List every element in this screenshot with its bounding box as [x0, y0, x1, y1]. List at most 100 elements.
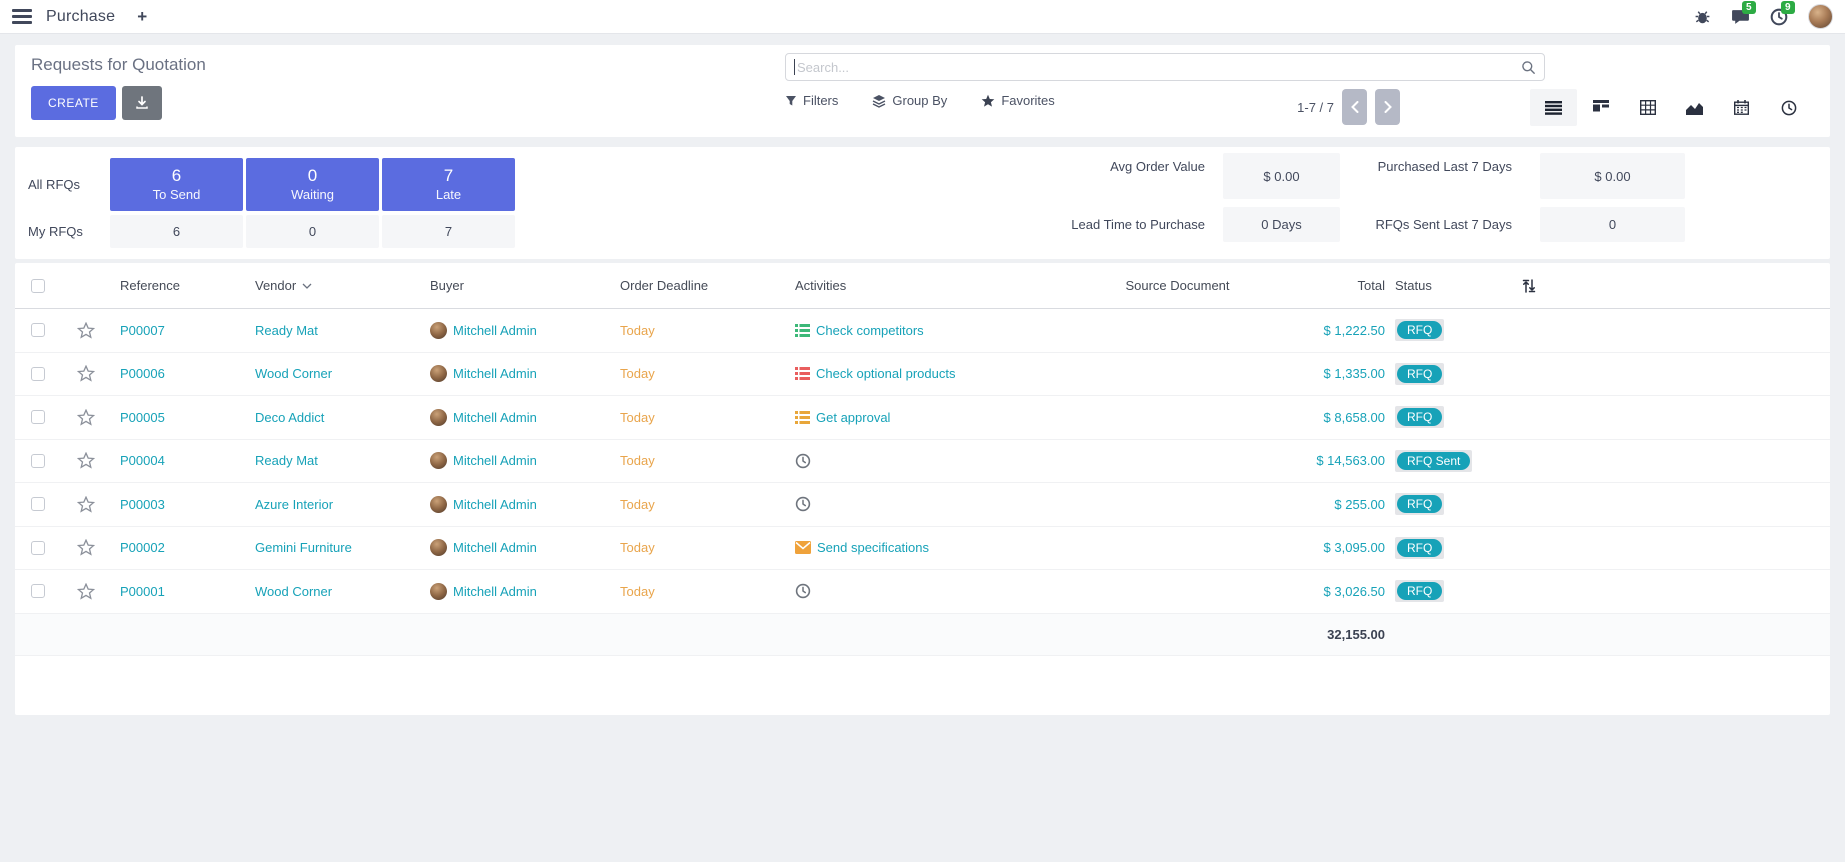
buyer-link[interactable]: Mitchell Admin — [453, 497, 537, 512]
row-checkbox[interactable] — [31, 367, 45, 381]
vendor-link[interactable]: Gemini Furniture — [255, 540, 352, 555]
stat-card-to-send[interactable]: 6 To Send — [110, 158, 243, 211]
buyer-link[interactable]: Mitchell Admin — [453, 584, 537, 599]
favorite-star-icon[interactable] — [77, 539, 95, 556]
reference-link[interactable]: P00003 — [120, 497, 165, 512]
favorite-star-icon[interactable] — [77, 452, 95, 469]
favorite-star-icon[interactable] — [77, 322, 95, 339]
total-amount: $ 14,563.00 — [1316, 453, 1385, 468]
activity-link[interactable]: Check competitors — [816, 323, 924, 338]
my-to-send-cell[interactable]: 6 — [110, 215, 243, 248]
graph-view-button[interactable] — [1671, 89, 1718, 126]
vendor-link[interactable]: Wood Corner — [255, 366, 332, 381]
reference-link[interactable]: P00005 — [120, 410, 165, 425]
list-view-button[interactable] — [1530, 89, 1577, 126]
user-avatar[interactable] — [1808, 4, 1833, 29]
activity-envelope-icon[interactable] — [795, 541, 811, 554]
pivot-view-button[interactable] — [1624, 89, 1671, 126]
header-total[interactable]: Total — [1285, 278, 1385, 293]
activity-link[interactable]: Send specifications — [817, 540, 929, 555]
calendar-view-button[interactable] — [1718, 89, 1765, 126]
activity-view-button[interactable] — [1765, 89, 1812, 126]
create-button[interactable]: CREATE — [31, 86, 116, 120]
favorite-star-icon[interactable] — [77, 583, 95, 600]
vendor-link[interactable]: Wood Corner — [255, 584, 332, 599]
kanban-view-button[interactable] — [1577, 89, 1624, 126]
table-header-row: Reference Vendor Buyer Order Deadline Ac… — [15, 263, 1830, 309]
optional-columns-icon[interactable] — [1522, 279, 1536, 293]
favorite-star-icon[interactable] — [77, 365, 95, 382]
reference-link[interactable]: P00002 — [120, 540, 165, 555]
activity-clock-icon[interactable] — [795, 453, 811, 469]
stat-card-waiting[interactable]: 0 Waiting — [246, 158, 379, 211]
table-row[interactable]: P00007 Ready Mat Mitchell Admin Today Ch… — [15, 309, 1830, 353]
layers-icon — [872, 94, 886, 108]
vendor-link[interactable]: Azure Interior — [255, 497, 333, 512]
filters-button[interactable]: Filters — [785, 93, 838, 108]
row-checkbox[interactable] — [31, 497, 45, 511]
table-row[interactable]: P00005 Deco Addict Mitchell Admin Today … — [15, 396, 1830, 440]
activity-clock-icon[interactable] — [795, 496, 811, 512]
status-badge: RFQ — [1395, 493, 1444, 515]
new-tab-button[interactable]: + — [137, 7, 147, 27]
reference-link[interactable]: P00007 — [120, 323, 165, 338]
row-checkbox[interactable] — [31, 410, 45, 424]
app-name[interactable]: Purchase — [46, 8, 115, 26]
activity-list-icon[interactable] — [795, 411, 810, 424]
search-icon[interactable] — [1521, 60, 1536, 75]
header-activities[interactable]: Activities — [795, 278, 1070, 293]
table-row[interactable]: P00001 Wood Corner Mitchell Admin Today … — [15, 570, 1830, 614]
table-row[interactable]: P00003 Azure Interior Mitchell Admin Tod… — [15, 483, 1830, 527]
reference-link[interactable]: P00001 — [120, 584, 165, 599]
reference-link[interactable]: P00006 — [120, 366, 165, 381]
messages-icon[interactable]: 5 — [1731, 8, 1750, 25]
export-button[interactable] — [122, 86, 162, 120]
table-row[interactable]: P00004 Ready Mat Mitchell Admin Today $ … — [15, 440, 1830, 484]
stat-card-late[interactable]: 7 Late — [382, 158, 515, 211]
header-status[interactable]: Status — [1385, 278, 1500, 293]
vendor-link[interactable]: Deco Addict — [255, 410, 324, 425]
buyer-link[interactable]: Mitchell Admin — [453, 410, 537, 425]
select-all-checkbox[interactable] — [31, 279, 45, 293]
header-vendor[interactable]: Vendor — [255, 278, 430, 293]
activities-icon[interactable]: 9 — [1770, 8, 1788, 26]
activity-clock-icon[interactable] — [795, 583, 811, 599]
vendor-link[interactable]: Ready Mat — [255, 453, 318, 468]
row-checkbox[interactable] — [31, 541, 45, 555]
favorite-star-icon[interactable] — [77, 496, 95, 513]
row-checkbox[interactable] — [31, 454, 45, 468]
buyer-link[interactable]: Mitchell Admin — [453, 540, 537, 555]
table-row[interactable]: P00006 Wood Corner Mitchell Admin Today … — [15, 353, 1830, 397]
vendor-link[interactable]: Ready Mat — [255, 323, 318, 338]
row-checkbox[interactable] — [31, 584, 45, 598]
favorite-star-icon[interactable] — [77, 409, 95, 426]
my-late-cell[interactable]: 7 — [382, 215, 515, 248]
my-waiting-cell[interactable]: 0 — [246, 215, 379, 248]
table-row[interactable]: P00002 Gemini Furniture Mitchell Admin T… — [15, 527, 1830, 571]
reference-link[interactable]: P00004 — [120, 453, 165, 468]
chevron-right-icon — [1384, 101, 1392, 113]
header-buyer[interactable]: Buyer — [430, 278, 620, 293]
activity-list-icon[interactable] — [795, 367, 810, 380]
search-input[interactable] — [797, 60, 1521, 75]
buyer-link[interactable]: Mitchell Admin — [453, 453, 537, 468]
pager-next-button[interactable] — [1375, 89, 1400, 125]
rfq-list: Reference Vendor Buyer Order Deadline Ac… — [15, 263, 1830, 715]
header-order-deadline[interactable]: Order Deadline — [620, 278, 795, 293]
row-checkbox[interactable] — [31, 323, 45, 337]
order-deadline: Today — [620, 584, 655, 599]
header-reference[interactable]: Reference — [112, 278, 255, 293]
activity-link[interactable]: Get approval — [816, 410, 890, 425]
favorites-button[interactable]: Favorites — [981, 93, 1054, 108]
total-amount: $ 1,335.00 — [1324, 366, 1385, 381]
apps-menu-icon[interactable] — [12, 9, 32, 24]
debug-bug-icon[interactable] — [1694, 8, 1711, 25]
group-by-button[interactable]: Group By — [872, 93, 947, 108]
header-source-document[interactable]: Source Document — [1070, 278, 1285, 293]
activity-list-icon[interactable] — [795, 324, 810, 337]
pager-previous-button[interactable] — [1342, 89, 1367, 125]
buyer-link[interactable]: Mitchell Admin — [453, 366, 537, 381]
buyer-link[interactable]: Mitchell Admin — [453, 323, 537, 338]
search-bar[interactable] — [785, 53, 1545, 81]
activity-link[interactable]: Check optional products — [816, 366, 955, 381]
